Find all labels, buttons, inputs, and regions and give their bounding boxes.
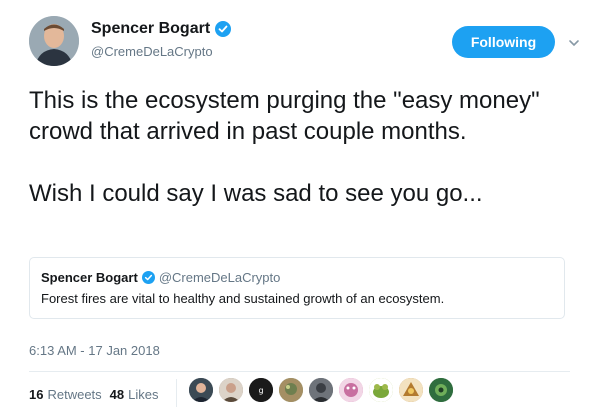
liker-avatar-4[interactable] (279, 378, 303, 402)
liker-avatar-9[interactable] (429, 378, 453, 402)
likes-count[interactable]: 48 (110, 387, 124, 402)
following-button[interactable]: Following (452, 26, 555, 58)
verified-badge-icon (141, 271, 155, 284)
likers-list: g (189, 378, 459, 402)
retweets-count[interactable]: 16 (29, 387, 43, 402)
chevron-down-icon[interactable] (568, 36, 580, 48)
liker-avatar-3[interactable]: g (249, 378, 273, 402)
likes-label[interactable]: Likes (128, 387, 158, 402)
verified-badge-icon (215, 21, 232, 37)
svg-text:g: g (258, 386, 263, 395)
quoted-tweet-header: Spencer Bogart @CremeDeLaCrypto (41, 270, 553, 285)
author-handle[interactable]: @CremeDeLaCrypto (91, 44, 213, 59)
stats-separator (176, 379, 177, 407)
author-name-row: Spencer Bogart (91, 20, 232, 38)
liker-avatar-5[interactable] (309, 378, 333, 402)
author-avatar[interactable] (29, 16, 79, 66)
author-name[interactable]: Spencer Bogart (91, 20, 210, 38)
quoted-author-name: Spencer Bogart (41, 270, 138, 285)
tweet-text: This is the ecosystem purging the "easy … (29, 87, 540, 207)
liker-avatar-2[interactable] (219, 378, 243, 402)
quoted-tweet-text: Forest fires are vital to healthy and su… (41, 291, 445, 306)
divider (29, 371, 570, 372)
quoted-tweet[interactable]: Spencer Bogart @CremeDeLaCrypto Forest f… (29, 257, 565, 319)
tweet-timestamp[interactable]: 6:13 AM - 17 Jan 2018 (29, 343, 160, 358)
liker-avatar-6[interactable] (339, 378, 363, 402)
liker-avatar-8[interactable] (399, 378, 423, 402)
tweet-stats: 16 Retweets 48 Likes (29, 387, 167, 402)
liker-avatar-1[interactable] (189, 378, 213, 402)
liker-avatar-7[interactable] (369, 378, 393, 402)
quoted-author-handle: @CremeDeLaCrypto (158, 270, 281, 285)
retweets-label[interactable]: Retweets (47, 387, 101, 402)
